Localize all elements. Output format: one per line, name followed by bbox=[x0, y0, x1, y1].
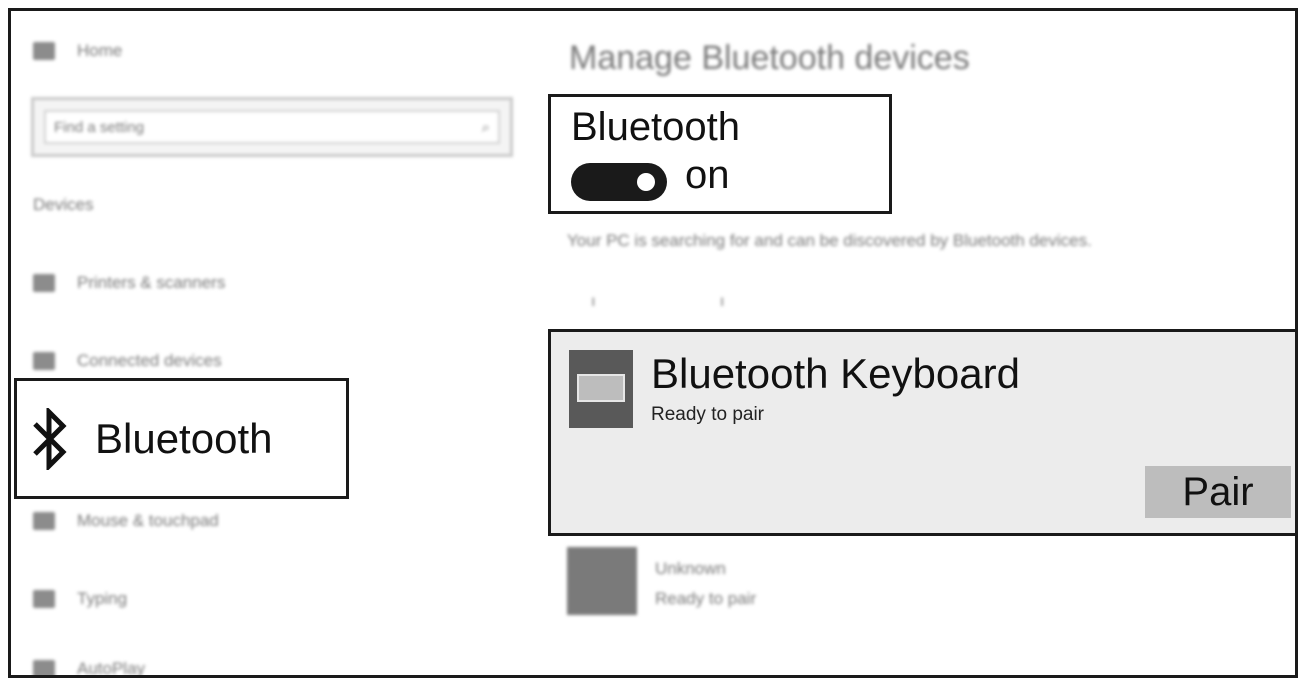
section-header-label: Devices bbox=[33, 195, 94, 214]
page-title: Manage Bluetooth devices bbox=[569, 39, 970, 77]
sidebar-item-label: Typing bbox=[77, 589, 128, 608]
bluetooth-toggle-section: Bluetooth on bbox=[548, 94, 892, 214]
device-status: Ready to pair bbox=[655, 589, 757, 608]
keyboard-device-icon bbox=[569, 350, 633, 428]
sidebar-item-label: Connected devices bbox=[77, 351, 222, 370]
keyboard-icon bbox=[33, 590, 55, 608]
divider-marks: ı ı bbox=[591, 293, 785, 310]
unknown-device-icon bbox=[567, 547, 637, 615]
bluetooth-icon bbox=[33, 407, 67, 470]
connected-devices-icon bbox=[33, 352, 55, 370]
sidebar-item-mouse[interactable]: Mouse & touchpad bbox=[33, 511, 219, 531]
bluetooth-toggle[interactable] bbox=[571, 163, 667, 201]
sidebar-item-typing[interactable]: Typing bbox=[33, 589, 127, 609]
autoplay-icon bbox=[33, 660, 55, 675]
device-name: Bluetooth Keyboard bbox=[651, 350, 1020, 397]
sidebar-item-label: Bluetooth bbox=[95, 414, 273, 462]
device-name: Unknown bbox=[655, 559, 726, 578]
pair-button[interactable]: Pair bbox=[1145, 466, 1291, 518]
toggle-state-label: on bbox=[685, 153, 730, 197]
toggle-knob bbox=[637, 173, 655, 191]
bluetooth-toggle-label: Bluetooth bbox=[571, 105, 741, 149]
search-icon: ⌕ bbox=[481, 118, 490, 136]
mouse-icon bbox=[33, 512, 55, 530]
device-card-keyboard[interactable]: Bluetooth Keyboard Ready to pair Pair bbox=[548, 329, 1295, 536]
sidebar-home-label: Home bbox=[77, 41, 123, 60]
sidebar-item-autoplay[interactable]: AutoPlay bbox=[33, 659, 146, 678]
sidebar-item-bluetooth[interactable]: Bluetooth bbox=[14, 378, 349, 499]
sidebar-item-connected-devices[interactable]: Connected devices bbox=[33, 351, 222, 371]
search-input[interactable]: Find a setting bbox=[54, 119, 144, 136]
printer-icon bbox=[33, 274, 55, 292]
home-icon bbox=[33, 42, 55, 60]
sidebar-item-label: Mouse & touchpad bbox=[77, 511, 219, 530]
sidebar-home[interactable]: Home bbox=[33, 41, 122, 61]
sidebar-item-printers[interactable]: Printers & scanners bbox=[33, 273, 225, 293]
search-box[interactable]: Find a setting ⌕ bbox=[31, 97, 513, 157]
sidebar-item-label: Printers & scanners bbox=[77, 273, 226, 292]
sidebar-item-label: AutoPlay bbox=[77, 659, 146, 678]
section-header-devices: Devices bbox=[33, 195, 93, 215]
discovery-description: Your PC is searching for and can be disc… bbox=[567, 231, 1092, 250]
settings-window: Home Find a setting ⌕ Devices Printers &… bbox=[8, 8, 1298, 678]
device-status: Ready to pair bbox=[651, 404, 765, 425]
